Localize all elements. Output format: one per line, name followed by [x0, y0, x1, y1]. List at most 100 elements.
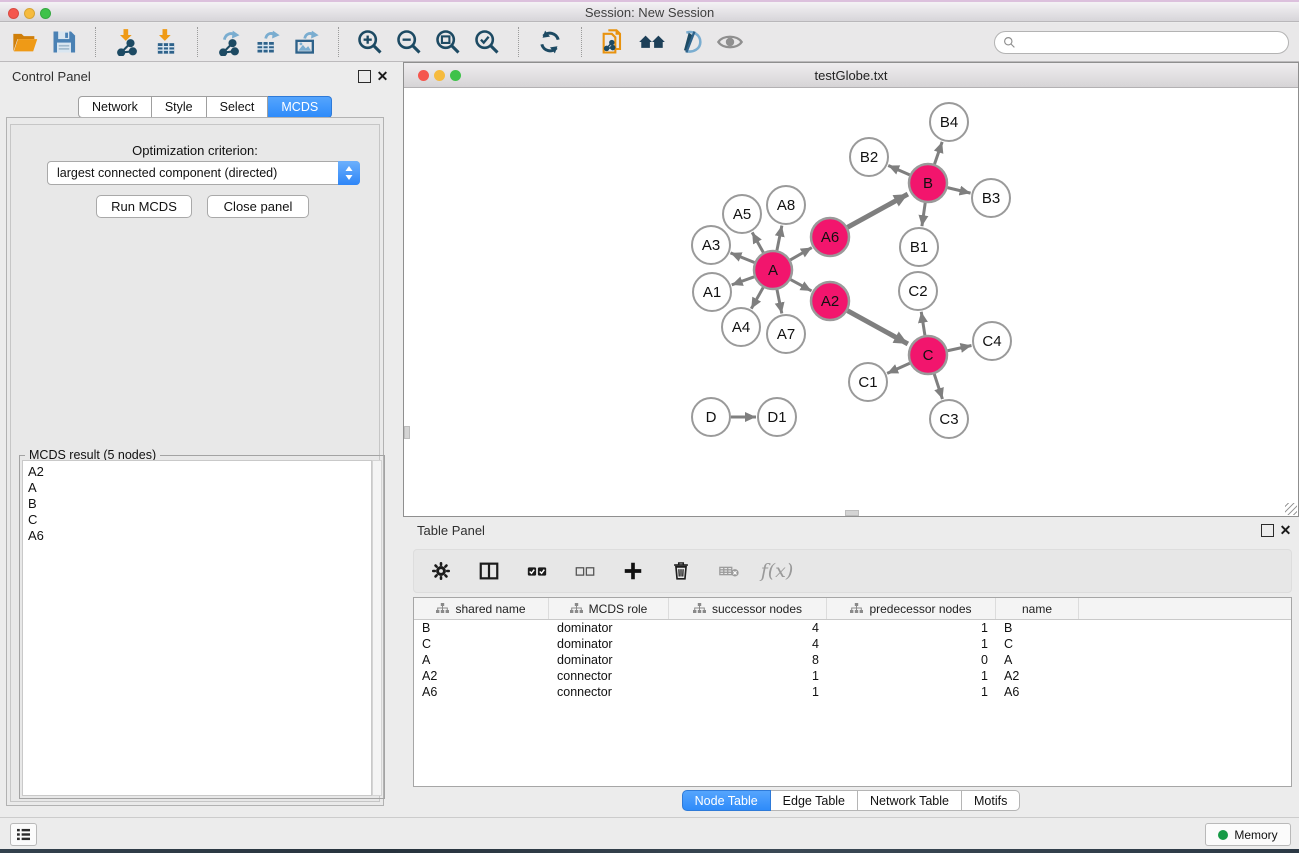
table-cell[interactable]: A [996, 652, 1079, 668]
delete-column-icon[interactable] [668, 558, 694, 584]
table-cell[interactable]: connector [549, 668, 669, 684]
table-cell[interactable]: connector [549, 684, 669, 700]
node-C4[interactable]: C4 [973, 322, 1011, 360]
import-table-icon[interactable] [151, 27, 181, 57]
table-cell[interactable]: 8 [669, 652, 827, 668]
table-cell[interactable]: 1 [669, 684, 827, 700]
edge-B-B1[interactable] [922, 203, 925, 226]
tab-select[interactable]: Select [207, 96, 269, 118]
table-row[interactable]: A6connector11A6 [414, 684, 1291, 700]
column-header-MCDS-role[interactable]: MCDS role [549, 598, 669, 619]
add-column-icon[interactable] [620, 558, 646, 584]
table-cell[interactable]: 1 [827, 620, 996, 636]
node-A6[interactable]: A6 [811, 218, 849, 256]
mcds-result-item[interactable]: A6 [28, 528, 371, 544]
close-panel-icon[interactable]: ✕ [376, 70, 389, 83]
tab-network[interactable]: Network [78, 96, 152, 118]
select-all-checkboxes-icon[interactable] [524, 558, 550, 584]
node-B[interactable]: B [909, 164, 947, 202]
node-table[interactable]: shared nameMCDS rolesuccessor nodesprede… [413, 597, 1292, 787]
node-B4[interactable]: B4 [930, 103, 968, 141]
edge-C-C2[interactable] [921, 312, 925, 335]
table-cell[interactable]: B [414, 620, 549, 636]
node-A1[interactable]: A1 [693, 273, 731, 311]
mcds-result-item[interactable]: B [28, 496, 371, 512]
node-A7[interactable]: A7 [767, 315, 805, 353]
edge-A-A1[interactable] [732, 277, 754, 285]
zoom-selected-icon[interactable] [472, 27, 502, 57]
table-row[interactable]: Cdominator41C [414, 636, 1291, 652]
node-B1[interactable]: B1 [900, 228, 938, 266]
table-cell[interactable]: dominator [549, 636, 669, 652]
table-cell[interactable]: dominator [549, 652, 669, 668]
edge-B-B3[interactable] [947, 188, 970, 194]
table-cell[interactable]: 1 [669, 668, 827, 684]
export-table-icon[interactable] [253, 27, 283, 57]
edge-A-A5[interactable] [752, 232, 763, 252]
table-row[interactable]: Adominator80A [414, 652, 1291, 668]
delete-table-icon[interactable] [716, 558, 742, 584]
table-cell[interactable]: A2 [414, 668, 549, 684]
open-file-icon[interactable] [10, 27, 40, 57]
column-header-name[interactable]: name [996, 598, 1079, 619]
criterion-dropdown[interactable]: largest connected component (directed) [47, 161, 360, 185]
gear-icon[interactable] [428, 558, 454, 584]
network-canvas[interactable]: AA1A2A3A4A5A6A7A8BB1B2B3B4CC1C2C3C4DD1 [404, 88, 1298, 516]
tab-motifs[interactable]: Motifs [962, 790, 1020, 811]
table-cell[interactable]: A6 [996, 684, 1079, 700]
table-cell[interactable]: 0 [827, 652, 996, 668]
mcds-result-item[interactable]: C [28, 512, 371, 528]
node-D[interactable]: D [692, 398, 730, 436]
node-C2[interactable]: C2 [899, 272, 937, 310]
memory-button[interactable]: Memory [1205, 823, 1291, 846]
node-D1[interactable]: D1 [758, 398, 796, 436]
tab-mcds[interactable]: MCDS [268, 96, 332, 118]
edge-A-A8[interactable] [777, 226, 782, 251]
import-network-icon[interactable] [112, 27, 142, 57]
table-cell[interactable]: C [414, 636, 549, 652]
table-cell[interactable]: 1 [827, 636, 996, 652]
task-history-button[interactable] [10, 823, 37, 846]
edge-A-A3[interactable] [730, 253, 754, 263]
home-pages-icon[interactable] [637, 27, 667, 57]
zoom-out-icon[interactable] [394, 27, 424, 57]
float-panel-icon[interactable] [358, 70, 371, 83]
mcds-result-list[interactable]: A2ABCA6 [22, 460, 372, 796]
network-from-file-icon[interactable] [598, 27, 628, 57]
node-B3[interactable]: B3 [972, 179, 1010, 217]
node-A2[interactable]: A2 [811, 282, 849, 320]
node-B2[interactable]: B2 [850, 138, 888, 176]
tab-edge-table[interactable]: Edge Table [771, 790, 858, 811]
table-cell[interactable]: 4 [669, 620, 827, 636]
show-hide-eye-icon[interactable] [715, 27, 745, 57]
table-cell[interactable]: 1 [827, 684, 996, 700]
export-image-icon[interactable] [292, 27, 322, 57]
horizontal-scroll-thumb[interactable] [845, 510, 859, 516]
float-table-panel-icon[interactable] [1261, 524, 1274, 537]
edge-B-B2[interactable] [888, 165, 909, 174]
table-cell[interactable]: 1 [827, 668, 996, 684]
hide-annotations-icon[interactable] [676, 27, 706, 57]
tab-network-table[interactable]: Network Table [858, 790, 962, 811]
edge-A-A7[interactable] [777, 290, 782, 314]
column-header-predecessor-nodes[interactable]: predecessor nodes [827, 598, 996, 619]
node-A[interactable]: A [754, 251, 792, 289]
close-table-panel-icon[interactable]: ✕ [1279, 524, 1292, 537]
table-cell[interactable]: A6 [414, 684, 549, 700]
mcds-result-item[interactable]: A2 [28, 464, 371, 480]
node-A5[interactable]: A5 [723, 195, 761, 233]
edge-C-C3[interactable] [934, 374, 942, 399]
edge-C-C1[interactable] [887, 363, 910, 373]
close-panel-button[interactable]: Close panel [207, 195, 309, 218]
node-C[interactable]: C [909, 336, 947, 374]
table-cell[interactable]: C [996, 636, 1079, 652]
tab-node-table[interactable]: Node Table [682, 790, 771, 811]
table-cell[interactable]: A [414, 652, 549, 668]
mcds-result-item[interactable]: A [28, 480, 371, 496]
table-cell[interactable]: A2 [996, 668, 1079, 684]
edge-A2-C[interactable] [848, 311, 908, 344]
result-list-scrollbar[interactable] [372, 460, 382, 796]
column-header-successor-nodes[interactable]: successor nodes [669, 598, 827, 619]
node-A3[interactable]: A3 [692, 226, 730, 264]
edge-C-C4[interactable] [948, 345, 972, 350]
